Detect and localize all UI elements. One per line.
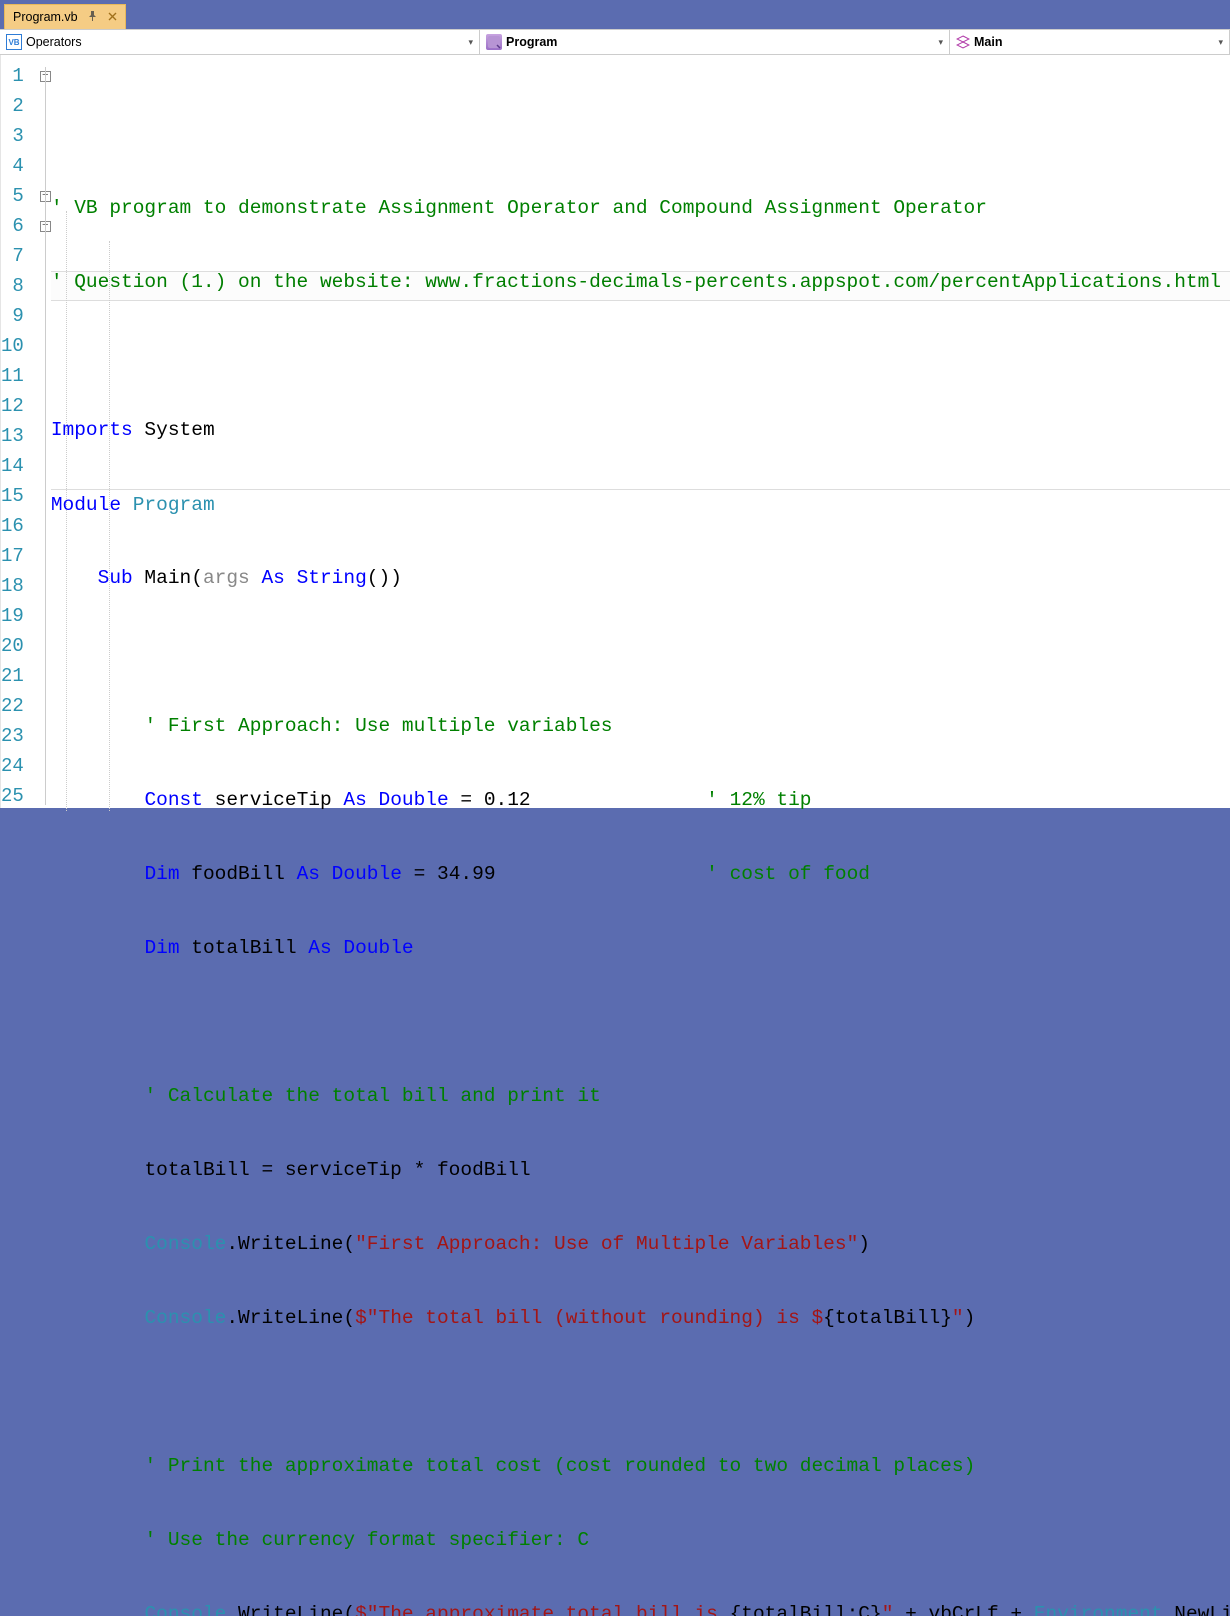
tab-filename: Program.vb [13, 10, 78, 24]
line-number: 5 [1, 181, 24, 211]
code-text: totalBill = serviceTip * foodBill [144, 1159, 530, 1181]
code-text: ) [964, 1307, 976, 1329]
method-icon [956, 34, 970, 50]
chevron-down-icon: ▾ [938, 37, 943, 48]
code-text: System [133, 419, 215, 441]
line-number: 21 [1, 661, 24, 691]
module-icon [486, 34, 502, 50]
code-text: $"The total bill (without rounding) is $ [355, 1307, 823, 1329]
code-text: args [203, 567, 262, 589]
line-number: 20 [1, 631, 24, 661]
line-number-gutter: 1 2 3 4 5 6 7 8 9 10 11 12 13 14 15 16 1… [1, 55, 40, 808]
code-text: ' First Approach: Use multiple variables [144, 715, 612, 737]
type-dropdown[interactable]: VB Operators ▾ [0, 30, 480, 54]
code-text: totalBill [180, 937, 309, 959]
code-text: Module [51, 494, 121, 516]
method-dropdown[interactable]: Main ▾ [950, 30, 1230, 54]
document-tab-program-vb[interactable]: Program.vb [4, 4, 126, 29]
line-number: 23 [1, 721, 24, 751]
code-text: As [297, 863, 320, 885]
line-number: 24 [1, 751, 24, 781]
line-number: 6 [1, 211, 24, 241]
method-label: Main [974, 35, 1002, 49]
code-text: As [308, 937, 331, 959]
line-number: 10 [1, 331, 24, 361]
code-text: ' Use the currency format specifier: C [144, 1529, 589, 1551]
line-number: 14 [1, 451, 24, 481]
code-text: Imports [51, 419, 133, 441]
close-icon[interactable] [108, 10, 117, 24]
document-tab-strip: Program.vb [0, 0, 1230, 29]
line-number: 19 [1, 601, 24, 631]
line-number: 16 [1, 511, 24, 541]
line-number: 11 [1, 361, 24, 391]
line-number: 13 [1, 421, 24, 451]
line-number: 18 [1, 571, 24, 601]
code-text: Environment [1034, 1603, 1163, 1616]
line-number: 3 [1, 121, 24, 151]
line-number: 12 [1, 391, 24, 421]
code-text: foodBill [180, 863, 297, 885]
chevron-down-icon: ▾ [468, 37, 473, 48]
line-number: 4 [1, 151, 24, 181]
code-text: ' Print the approximate total cost (cost… [144, 1455, 975, 1477]
code-text: Console [144, 1307, 226, 1329]
code-text: "First Approach: Use of Multiple Variabl… [355, 1233, 858, 1255]
code-text: Dim [144, 863, 179, 885]
line-number: 17 [1, 541, 24, 571]
code-text: String [285, 567, 367, 589]
code-text: ' VB program to demonstrate Assignment O… [51, 197, 987, 219]
pin-icon[interactable] [88, 10, 98, 24]
code-text: Dim [144, 937, 179, 959]
code-content[interactable]: ' VB program to demonstrate Assignment O… [51, 55, 1230, 808]
code-text: ' cost of food [706, 863, 870, 885]
code-text: Console [144, 1603, 226, 1616]
line-number: 2 [1, 91, 24, 121]
line-number: 15 [1, 481, 24, 511]
object-label: Program [506, 35, 557, 49]
chevron-down-icon: ▾ [1218, 37, 1223, 48]
code-text: ' Calculate the total bill and print it [144, 1085, 600, 1107]
code-text: .WriteLine( [226, 1603, 355, 1616]
code-text: .WriteLine( [226, 1307, 355, 1329]
code-text: .WriteLine( [226, 1233, 355, 1255]
code-text: = 34.99 [402, 863, 496, 885]
line-number: 25 [1, 781, 24, 811]
code-text: Main( [133, 567, 203, 589]
object-dropdown[interactable]: Program ▾ [480, 30, 950, 54]
type-label: Operators [26, 35, 82, 49]
code-text: Console [144, 1233, 226, 1255]
code-text: Double [332, 937, 414, 959]
navigation-bar: VB Operators ▾ Program ▾ Main ▾ [0, 29, 1230, 55]
code-text: {totalBill:C} [730, 1603, 882, 1616]
code-text: Double [320, 863, 402, 885]
code-text: {totalBill} [823, 1307, 952, 1329]
code-text: $"The approximate total bill is [355, 1603, 729, 1616]
code-text: " [882, 1603, 894, 1616]
outlining-margin: − − − [40, 55, 51, 808]
line-number: 1 [1, 61, 24, 91]
code-text: Sub [98, 567, 133, 589]
line-number: 9 [1, 301, 24, 331]
code-text: Program [121, 494, 215, 516]
code-text: As [261, 567, 284, 589]
code-text: ()) [367, 567, 402, 589]
code-text: ' Question (1.) on the website: www.frac… [51, 271, 1221, 293]
line-number: 22 [1, 691, 24, 721]
code-text: ) [858, 1233, 870, 1255]
code-text: + vbCrLf + [893, 1603, 1033, 1616]
code-editor[interactable]: 1 2 3 4 5 6 7 8 9 10 11 12 13 14 15 16 1… [0, 55, 1230, 808]
code-text: " [952, 1307, 964, 1329]
line-number: 8 [1, 271, 24, 301]
vb-project-icon: VB [6, 34, 22, 50]
line-number: 7 [1, 241, 24, 271]
code-text: .NewLine) [1163, 1603, 1230, 1616]
